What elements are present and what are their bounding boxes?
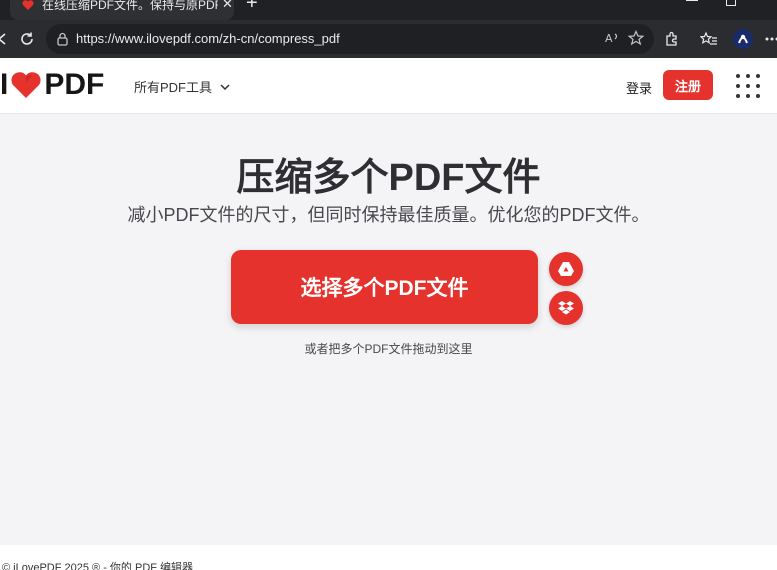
more-menu-icon[interactable] [762,29,777,49]
browser-tab[interactable]: 在线压缩PDF文件。保持与原PDF文 ✕ [10,0,234,20]
browser-toolbar: https://www.ilovepdf.com/zh-cn/compress_… [0,20,777,58]
dropbox-button[interactable] [549,291,583,325]
apps-grid-icon[interactable] [736,74,760,98]
browser-tabstrip: 在线压缩PDF文件。保持与原PDF文 ✕ + [0,0,777,20]
all-pdf-tools-label: 所有PDF工具 [134,80,213,95]
heart-favicon-icon [22,0,34,10]
extensions-icon[interactable] [662,29,682,49]
signup-button[interactable]: 注册 [663,70,713,100]
url-text[interactable]: https://www.ilovepdf.com/zh-cn/compress_… [76,31,340,46]
page-title: 压缩多个PDF文件 [236,157,541,199]
dropbox-icon [558,301,574,315]
select-pdf-files-button[interactable]: 选择多个PDF文件 [231,250,538,324]
main-content: 压缩多个PDF文件 减小PDF文件的尺寸，但同时保持最佳质量。优化您的PDF文件… [0,115,777,545]
svg-text:A: A [605,32,613,45]
google-drive-button[interactable] [549,252,583,286]
lock-icon[interactable] [56,32,69,46]
minimize-icon[interactable] [686,0,698,1]
tab-title: 在线压缩PDF文件。保持与原PDF文 [42,0,218,12]
all-pdf-tools-menu[interactable]: 所有PDF工具 [134,77,230,96]
drop-files-hint: 或者把多个PDF文件拖动到这里 [304,342,473,356]
footer-copyright: © iLovePDF 2025 ® - 你的 PDF 编辑器 [2,562,194,570]
refresh-icon[interactable] [17,29,37,49]
address-bar[interactable]: https://www.ilovepdf.com/zh-cn/compress_… [46,24,654,54]
maximize-icon[interactable] [726,0,736,6]
tab-close-icon[interactable]: ✕ [222,0,233,12]
site-header: I PDF 所有PDF工具 登录 注册 [0,58,777,114]
ilovepdf-logo[interactable]: I PDF [0,68,105,101]
profile-icon[interactable] [732,28,754,50]
favorite-star-icon[interactable] [627,30,645,49]
chevron-down-icon [220,83,230,90]
back-icon[interactable] [0,29,12,49]
login-link[interactable]: 登录 [626,78,652,97]
page-subtitle: 减小PDF文件的尺寸，但同时保持最佳质量。优化您的PDF文件。 [127,205,650,225]
logo-pdf: PDF [44,68,105,101]
read-aloud-icon[interactable]: A [604,30,620,49]
heart-logo-icon [11,72,41,98]
site-footer: © iLovePDF 2025 ® - 你的 PDF 编辑器 [0,545,777,570]
new-tab-button[interactable]: + [246,0,258,15]
favorites-icon[interactable] [699,29,719,49]
google-drive-icon [558,262,574,276]
logo-letter-i: I [0,68,9,101]
